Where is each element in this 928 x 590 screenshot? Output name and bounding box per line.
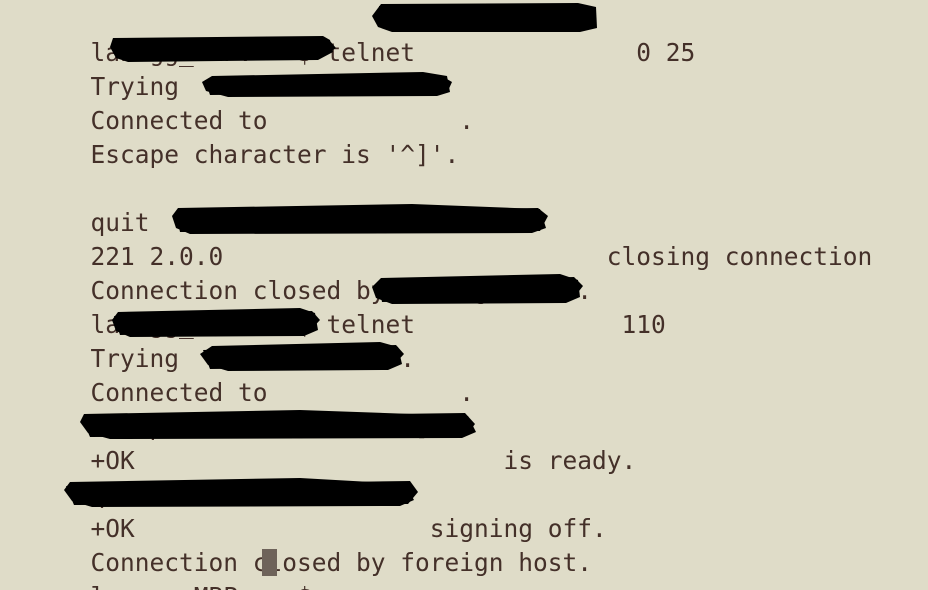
terminal-line-8: Connection closed by foreign host. (2, 240, 593, 305)
terminal-line-4: Escape character is '^]'. (2, 104, 460, 169)
terminal-line-14: quit (2, 444, 150, 509)
terminal-prompt: lansgg_MBP:~~ $ (91, 582, 327, 590)
terminal-line-15: +OK POP3 server server signing off. (2, 478, 607, 543)
terminal-line-9-suffix: 110 (621, 310, 666, 339)
terminal-line-13: +OK POP3 service (server) is ready. (2, 410, 637, 475)
terminal-screen[interactable]: lansgg_MBP:~~ $ telnet 111.111.111.110 2… (0, 0, 928, 590)
terminal-line-6: quit (2, 172, 150, 237)
terminal-line-17: lansgg_MBP:~~ $ (2, 546, 327, 590)
terminal-line-10: Trying 111.111.1.11... (2, 308, 416, 373)
terminal-line-11: Connected to 111.111.1.11. (2, 342, 475, 407)
terminal-line-13-suffix: is ready. (503, 446, 637, 475)
terminal-line-9: lansgg_MBP:~~ $ telnet 111.111.1.11 110 (2, 274, 666, 339)
terminal-line-3: Connected to 111.111.1.11. (2, 70, 475, 135)
terminal-line-1: lansgg_MBP:~~ $ telnet 111.111.111.110 2… (2, 2, 696, 67)
terminal-line-12: Escape character is '^]'. (2, 376, 460, 441)
terminal-line-11-suffix: . (459, 378, 475, 407)
terminal-line-16: Connection closed by foreign host. (2, 512, 593, 577)
terminal-line-1-suffix: 0 25 (636, 38, 696, 67)
terminal-line-7-suffix: closing connection (606, 242, 873, 271)
terminal-line-7: 221 2.0.0 Postfix ESMTP mailserver closi… (2, 206, 873, 271)
terminal-line-2: Trying 111.111.1.11... (2, 36, 416, 101)
terminal-line-5: 220 ************************************… (2, 138, 928, 172)
terminal-line-3-suffix: . (459, 106, 475, 135)
terminal-window[interactable]: lansgg_MBP:~~ $ telnet 111.111.111.110 2… (0, 0, 928, 590)
terminal-cursor (262, 549, 277, 576)
